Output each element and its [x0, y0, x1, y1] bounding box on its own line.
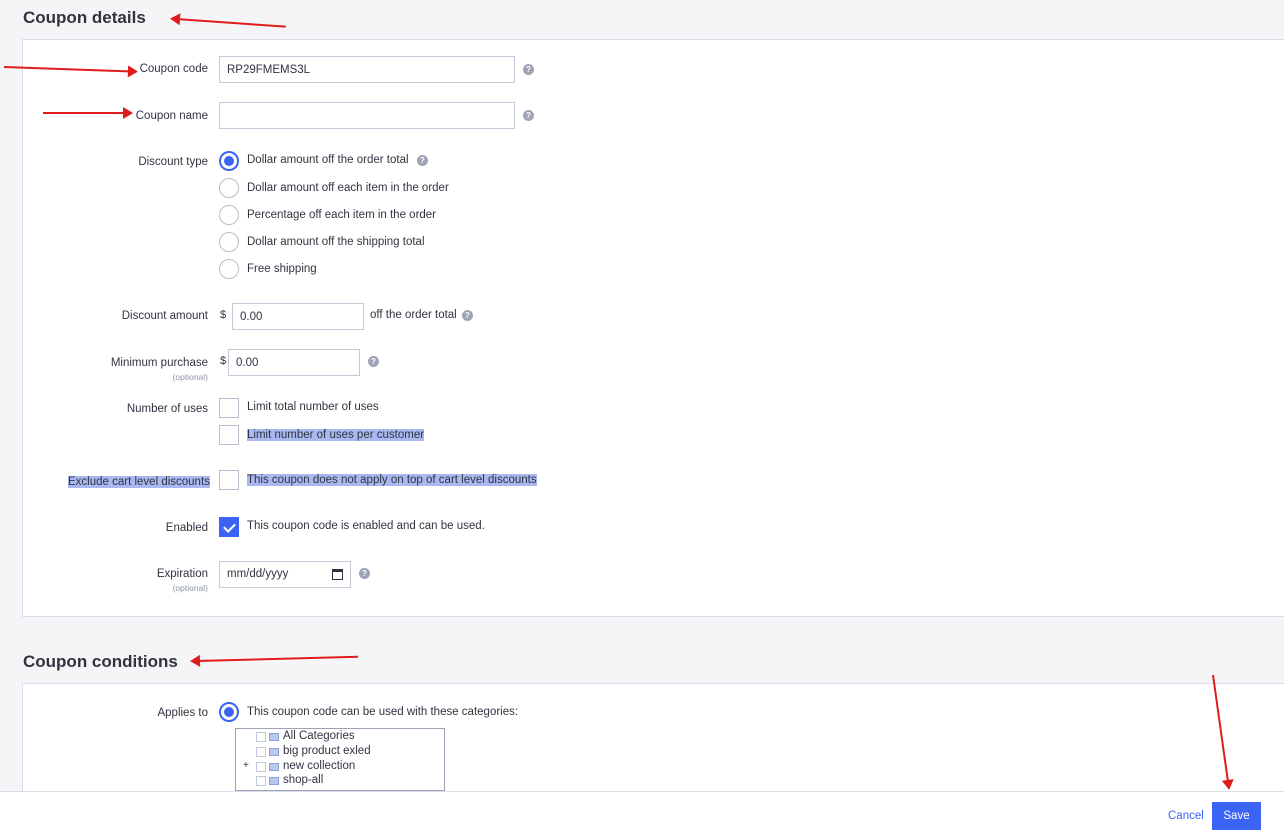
applies-to-label: Applies to — [157, 707, 208, 719]
category-checkbox[interactable] — [256, 776, 266, 786]
cancel-link[interactable]: Cancel — [1168, 810, 1204, 822]
discount-type-radio-free-shipping[interactable] — [219, 259, 239, 279]
discount-type-radio-each-item[interactable] — [219, 178, 239, 198]
applies-to-categories-radio[interactable] — [219, 702, 239, 722]
discount-type-radio-order-total[interactable] — [219, 151, 239, 171]
discount-type-option-each-item: Dollar amount off each item in the order — [247, 182, 449, 194]
coupon-details-title: Coupon details — [23, 8, 146, 27]
limit-total-uses-checkbox[interactable] — [219, 398, 239, 418]
folder-icon — [269, 763, 279, 771]
enabled-checkbox[interactable] — [219, 517, 239, 537]
min-purchase-currency: $ — [220, 355, 227, 367]
enabled-label: Enabled — [165, 522, 208, 534]
save-button[interactable]: Save — [1212, 802, 1261, 830]
category-label: big product exled — [283, 745, 371, 757]
min-purchase-help-icon[interactable]: ? — [368, 356, 379, 367]
folder-icon — [269, 733, 279, 741]
discount-amount-label: Discount amount — [121, 310, 208, 322]
calendar-icon[interactable] — [332, 569, 343, 580]
enabled-text: This coupon code is enabled and can be u… — [247, 520, 485, 532]
coupon-details-panel — [22, 39, 1284, 617]
expiration-date-input[interactable]: mm/dd/yyyy — [219, 561, 351, 588]
discount-type-help-icon[interactable]: ? — [417, 155, 428, 166]
category-checkbox[interactable] — [256, 762, 266, 772]
coupon-name-help-icon[interactable]: ? — [523, 110, 534, 121]
category-label: new collection — [283, 760, 356, 772]
limit-per-customer-checkbox[interactable] — [219, 425, 239, 445]
min-purchase-optional: (optional) — [172, 372, 208, 382]
folder-icon — [269, 777, 279, 785]
exclude-cart-discounts-text: This coupon does not apply on top of car… — [247, 474, 537, 486]
coupon-name-label: Coupon name — [135, 110, 208, 122]
discount-type-radio-percentage[interactable] — [219, 205, 239, 225]
discount-amount-help-icon[interactable]: ? — [462, 310, 473, 321]
annotation-arrow-icon — [43, 107, 133, 119]
discount-type-option-free-shipping: Free shipping — [247, 263, 317, 275]
discount-type-option-order-total: Dollar amount off the order total — [247, 154, 409, 166]
exclude-cart-discounts-checkbox[interactable] — [219, 470, 239, 490]
footer-action-bar: Cancel Save — [0, 791, 1284, 833]
min-purchase-input[interactable] — [228, 349, 360, 376]
discount-type-option-percentage: Percentage off each item in the order — [247, 209, 437, 221]
discount-amount-input[interactable] — [232, 303, 364, 330]
expiration-placeholder: mm/dd/yyyy — [227, 568, 289, 580]
min-purchase-label: Minimum purchase — [110, 357, 208, 369]
expiration-optional: (optional) — [172, 583, 208, 593]
number-of-uses-label: Number of uses — [126, 403, 208, 415]
category-label: shop-all — [283, 774, 324, 786]
limit-per-customer-text: Limit number of uses per customer — [247, 429, 425, 441]
discount-amount-currency: $ — [220, 309, 227, 321]
applies-to-categories-text: This coupon code can be used with these … — [247, 706, 519, 718]
coupon-code-help-icon[interactable]: ? — [523, 64, 534, 75]
exclude-cart-discounts-label: Exclude cart level discounts — [68, 476, 210, 488]
folder-icon — [269, 748, 279, 756]
annotation-arrow-icon — [195, 655, 358, 662]
coupon-name-input[interactable] — [219, 102, 515, 129]
category-label: All Categories — [283, 730, 355, 742]
annotation-arrow-icon — [175, 18, 286, 28]
coupon-code-label: Coupon code — [139, 63, 208, 75]
coupon-conditions-title: Coupon conditions — [23, 652, 178, 671]
limit-total-uses-text: Limit total number of uses — [247, 401, 379, 413]
category-checkbox[interactable] — [256, 747, 266, 757]
expiration-help-icon[interactable]: ? — [359, 568, 370, 579]
category-checkbox[interactable] — [256, 732, 266, 742]
discount-amount-suffix: off the order total — [370, 309, 457, 321]
category-tree[interactable]: All Categories big product exled + new c… — [235, 728, 445, 791]
expiration-label: Expiration — [156, 568, 208, 580]
expand-icon[interactable]: + — [243, 760, 249, 771]
coupon-code-input[interactable] — [219, 56, 515, 83]
discount-type-radio-shipping[interactable] — [219, 232, 239, 252]
discount-type-label: Discount type — [138, 156, 208, 168]
discount-type-option-shipping: Dollar amount off the shipping total — [247, 236, 425, 248]
